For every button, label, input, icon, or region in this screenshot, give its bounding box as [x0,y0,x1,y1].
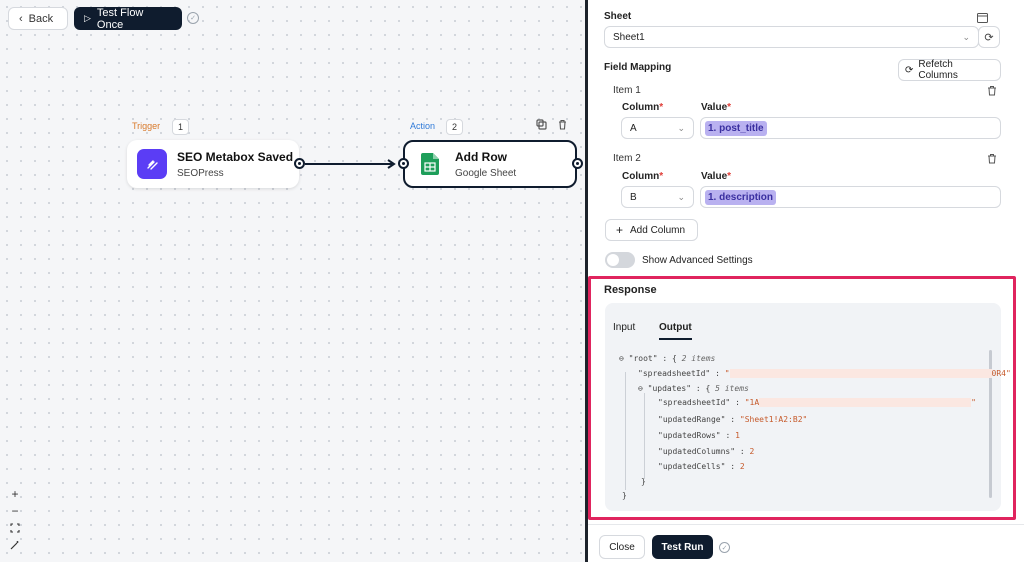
action-node-subtitle: Google Sheet [455,167,517,179]
item-2-value-pill: 1. description [705,189,777,205]
trigger-node-subtitle: SEOPress [177,167,224,179]
add-column-button[interactable]: + Add Column [605,219,698,241]
json-line-root: ⊖ "root" : { 2 items [619,354,716,363]
advanced-settings-toggle[interactable] [605,252,635,268]
delete-item-1-icon[interactable] [986,84,998,96]
zoom-in-icon[interactable]: + [7,486,23,501]
action-input-port[interactable] [398,158,409,169]
trigger-node[interactable]: SEO Metabox Saved SEOPress [127,140,299,188]
trash-icon[interactable] [556,118,569,131]
json-line-updated-cells: "updatedCells" : 2 [658,462,745,471]
magic-wand-icon[interactable] [7,537,23,552]
refresh-icon: ⟳ [984,31,994,44]
test-flow-label: Test Flow Once [96,6,144,31]
json-line-updated-rows: "updatedRows" : 1 [658,431,740,440]
chevron-down-icon: ⌄ [677,123,685,133]
plus-icon: + [616,223,624,237]
trigger-tag: Trigger [132,121,161,131]
json-close-brace: } [641,477,646,486]
item-2-value-label: Value* [701,171,732,182]
trigger-node-title: SEO Metabox Saved [177,149,294,164]
item-1-column-value: A [630,122,637,134]
close-button[interactable]: Close [599,535,645,559]
item-2-value-field[interactable]: 1. description [700,186,1001,208]
back-label: Back [28,12,54,25]
chevron-down-icon: ⌄ [962,32,970,42]
json-line-updates: ⊖ "updates" : { 5 items [638,384,749,393]
item-2-column-label: Column* [622,171,664,182]
item-2-column-value: B [630,191,637,203]
action-tag: Action [410,121,436,131]
collapse-icon[interactable]: ⊖ [619,354,624,363]
json-line-spreadsheet-id: "spreadsheetId" : " 0R4" [638,369,1011,378]
tab-output[interactable]: Output [659,322,692,340]
check-circle-icon: ✓ [719,542,730,553]
google-sheets-icon [415,149,445,179]
tab-input[interactable]: Input [613,322,635,333]
back-button[interactable]: ‹ Back [8,7,68,30]
copy-icon[interactable] [535,118,548,131]
json-line-updated-range: "updatedRange" : "Sheet1!A2:B2" [658,415,808,424]
test-flow-once-button[interactable]: ▷ Test Flow Once [74,6,182,31]
advanced-settings-label: Show Advanced Settings [642,255,753,266]
json-line-updated-columns: "updatedColumns" : 2 [658,447,755,456]
check-circle-icon: ✓ [187,12,199,24]
json-close-brace: } [622,491,627,500]
item-1-value-label: Value* [701,102,732,113]
item-2-label: Item 2 [613,153,641,164]
item-1-column-select[interactable]: A ⌄ [621,117,694,139]
play-icon: ▷ [84,13,91,23]
item-2-column-select[interactable]: B ⌄ [621,186,694,208]
seopress-logo-icon [137,149,167,179]
refetch-columns-button[interactable]: ⟳ Refetch Columns [898,59,1001,81]
sheet-select-value: Sheet1 [613,31,645,43]
sheet-label: Sheet [604,11,632,22]
node-settings-panel: Sheet Sheet1 ⌄ ⟳ Field Mapping ⟳ Refetch… [588,0,1024,562]
chevron-down-icon: ⌄ [677,192,685,202]
response-title: Response [604,284,657,296]
delete-item-2-icon[interactable] [986,152,998,164]
refetch-columns-label: Refetch Columns [918,59,958,81]
item-1-value-pill: 1. post_title [705,120,767,136]
json-guide-line [644,393,645,479]
json-line-inner-spreadsheet-id: "spreadsheetId" : "1A " [658,398,976,407]
field-mapping-label: Field Mapping [604,62,672,73]
item-1-column-label: Column* [622,102,664,113]
refresh-sheet-button[interactable]: ⟳ [978,26,1000,48]
json-guide-line [625,372,626,490]
sheet-select[interactable]: Sheet1 ⌄ [604,26,979,48]
item-1-label: Item 1 [613,85,641,96]
zoom-out-icon[interactable]: − [7,503,23,518]
action-node[interactable]: Add Row Google Sheet [403,140,577,188]
flow-canvas[interactable]: ‹ Back ▷ Test Flow Once ✓ Trigger 1 Acti… [0,0,585,562]
item-1-value-field[interactable]: 1. post_title [700,117,1001,139]
action-node-title: Add Row [455,149,507,164]
trigger-step-number: 1 [172,119,190,135]
refresh-icon: ⟳ [905,64,914,76]
test-run-button[interactable]: Test Run [652,535,713,559]
fit-view-icon[interactable] [7,520,23,535]
action-output-port[interactable] [572,158,583,169]
collapse-icon[interactable]: ⊖ [638,384,643,393]
connection-edge [305,159,396,169]
add-column-label: Add Column [630,224,686,236]
zoom-controls: + − [7,486,23,552]
chevron-left-icon: ‹ [19,12,23,25]
action-step-number: 2 [446,119,464,135]
